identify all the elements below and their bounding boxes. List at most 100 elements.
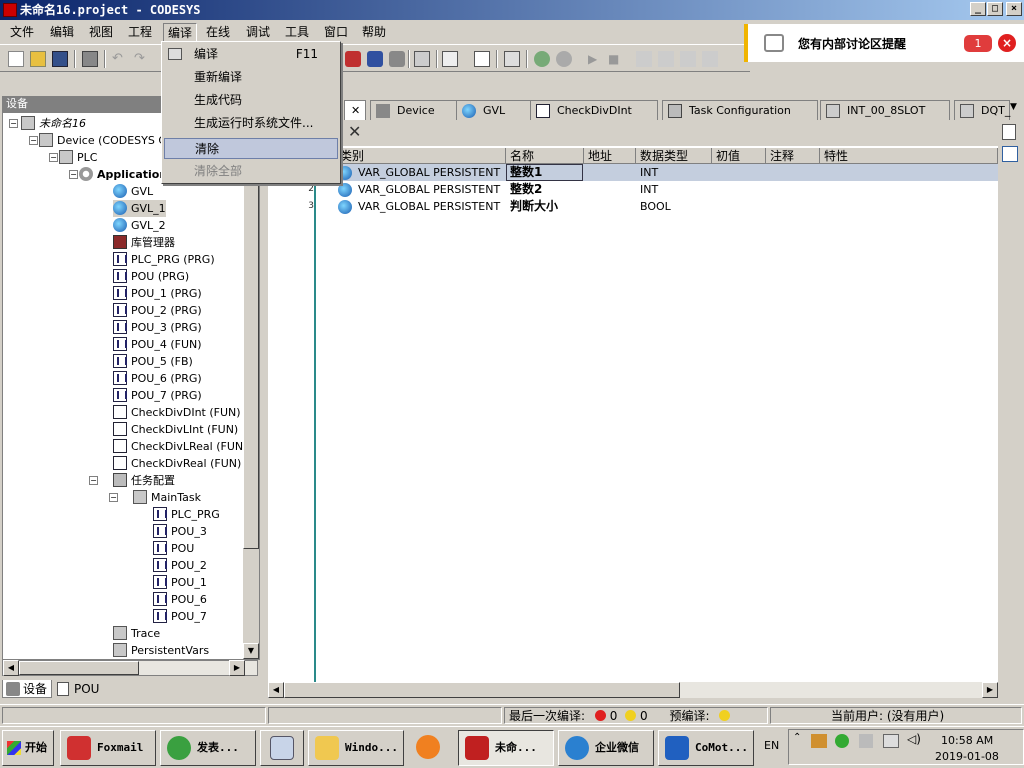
close-button[interactable]: × [1006,2,1022,16]
tree-hscroll[interactable]: ◀ ▶ [2,660,258,676]
tree-item[interactable]: PLC_PRG (PRG) [113,251,215,268]
hscroll-thumb[interactable] [19,661,139,675]
menu-project[interactable]: 工程 [124,23,156,42]
menu-window[interactable]: 窗口 [320,23,352,42]
scroll-right-icon[interactable]: ▶ [229,660,245,676]
tree-item[interactable]: POU [153,540,194,557]
tree-collapse-icon[interactable]: − [69,170,78,179]
menu-item-generate-runtime-files[interactable]: 生成运行时系统文件... [164,113,338,134]
logout-icon[interactable] [556,51,572,67]
window-icon[interactable] [414,51,430,67]
tree-item[interactable]: POU_3 (PRG) [113,319,202,336]
scroll-right-icon[interactable]: ▶ [982,682,998,698]
step-into-icon[interactable] [658,51,674,67]
tray-update-icon[interactable] [835,734,849,748]
tree-item[interactable]: Application [79,166,167,183]
tree-item[interactable]: POU_1 [153,574,207,591]
cell-category[interactable]: VAR_GLOBAL PERSISTENT [358,198,500,215]
start-button[interactable]: 开始 [2,730,54,766]
tab-dqt[interactable]: DQT_ [954,100,1010,120]
minimize-button[interactable]: _ [970,2,986,16]
cursor-icon[interactable] [702,51,718,67]
new-file-icon[interactable] [8,51,24,67]
taskbar-wecom[interactable]: 企业微信 [558,730,654,766]
tree-item[interactable]: POU_7 [153,608,207,625]
tab-devices[interactable]: 设备 [2,680,53,698]
cell-name[interactable]: 整数2 [510,181,542,198]
tree-item[interactable]: POU_2 (PRG) [113,302,202,319]
column-initial-value[interactable]: 初值 [712,148,766,164]
delete-icon[interactable]: ✕ [348,122,361,141]
cell-name[interactable]: 判断大小 [510,198,558,215]
menu-item-generate-code[interactable]: 生成代码 [164,90,338,111]
tab-device[interactable]: Device [370,100,458,120]
redo-icon[interactable]: ↷ [134,51,150,67]
menu-debug[interactable]: 调试 [242,23,274,42]
menu-help[interactable]: 帮助 [358,23,390,42]
column-category[interactable]: 类别 [336,148,506,164]
save-icon[interactable] [52,51,68,67]
breakpoint-icon[interactable] [367,51,383,67]
tree-item[interactable]: PersistentVars [113,642,209,659]
clock-time[interactable]: 10:58 AM [941,734,993,747]
declaration-view-icon[interactable] [1002,124,1016,140]
cell-category[interactable]: VAR_GLOBAL PERSISTENT [358,181,500,198]
table-view-icon[interactable] [1002,146,1018,162]
tree-item[interactable]: POU_6 [153,591,207,608]
menu-item-build[interactable]: 编译 F11 [164,44,338,65]
column-attributes[interactable]: 特性 [820,148,998,164]
tree-item[interactable]: POU_1 (PRG) [113,285,202,302]
tab-int-00-8slot[interactable]: INT_00_8SLOT [820,100,950,120]
tree-item[interactable]: PLC_PRG [153,506,220,523]
tab-task-configuration[interactable]: Task Configuration [662,100,818,120]
grid-icon[interactable] [504,51,520,67]
tree-item[interactable]: CheckDivLInt (FUN) [113,421,238,438]
tree-vertical-scrollbar[interactable]: ▲ ▼ [243,113,259,659]
menu-item-clean[interactable]: 清除 [164,138,338,159]
scroll-thumb[interactable] [243,129,259,549]
tree-item[interactable]: GVL_2 [113,217,166,234]
tree-item[interactable]: Trace [113,625,160,642]
tool-icon[interactable] [389,51,405,67]
menu-view[interactable]: 视图 [85,23,117,42]
cell-type[interactable]: INT [640,181,658,198]
tree-item[interactable]: CheckDivReal (FUN) [113,455,241,472]
tree-item[interactable]: 任务配置 [113,472,175,489]
taskbar-post[interactable]: 发表... [160,730,256,766]
tree-collapse-icon[interactable]: − [89,476,98,485]
copy-icon[interactable] [474,51,490,67]
clock-date[interactable]: 2019-01-08 [935,750,999,763]
scroll-down-icon[interactable]: ▼ [243,643,259,659]
menu-item-clean-all[interactable]: 清除全部 [164,161,338,182]
tree-item[interactable]: CheckDivDInt (FUN) [113,404,241,421]
step-out-icon[interactable] [680,51,696,67]
stop-icon[interactable]: ■ [608,51,624,67]
notification-text[interactable]: 您有内部讨论区提醒 [798,35,906,52]
tree-item[interactable]: PLC [59,149,97,166]
language-indicator[interactable]: EN [764,739,779,752]
menu-tools[interactable]: 工具 [281,23,313,42]
tree-collapse-icon[interactable]: − [29,136,38,145]
cell-type[interactable]: BOOL [640,198,671,215]
restore-button[interactable]: □ [987,2,1003,16]
tree-item[interactable]: GVL_1 [113,200,166,217]
tree-item[interactable]: POU_6 (PRG) [113,370,202,387]
column-address[interactable]: 地址 [584,148,636,164]
tab-checkdivdint[interactable]: CheckDivDInt [530,100,658,120]
undo-icon[interactable]: ↶ [112,51,128,67]
add-object-icon[interactable] [442,51,458,67]
tree-item[interactable]: POU_5 (FB) [113,353,193,370]
scroll-left-icon[interactable]: ◀ [3,660,19,676]
column-comment[interactable]: 注释 [766,148,820,164]
network-icon[interactable] [883,734,899,748]
editor-horizontal-scrollbar[interactable]: ◀ ▶ [268,682,998,698]
step-over-icon[interactable] [636,51,652,67]
scroll-left-icon[interactable]: ◀ [268,682,284,698]
taskbar-comotion[interactable]: CoMot... [658,730,754,766]
column-datatype[interactable]: 数据类型 [636,148,712,164]
cell-type[interactable]: INT [640,164,658,181]
tree-item[interactable]: POU_2 [153,557,207,574]
tree-item[interactable]: POU_3 [153,523,207,540]
tree-item[interactable]: Device (CODESYS Co [39,132,173,149]
tree-collapse-icon[interactable]: − [109,493,118,502]
